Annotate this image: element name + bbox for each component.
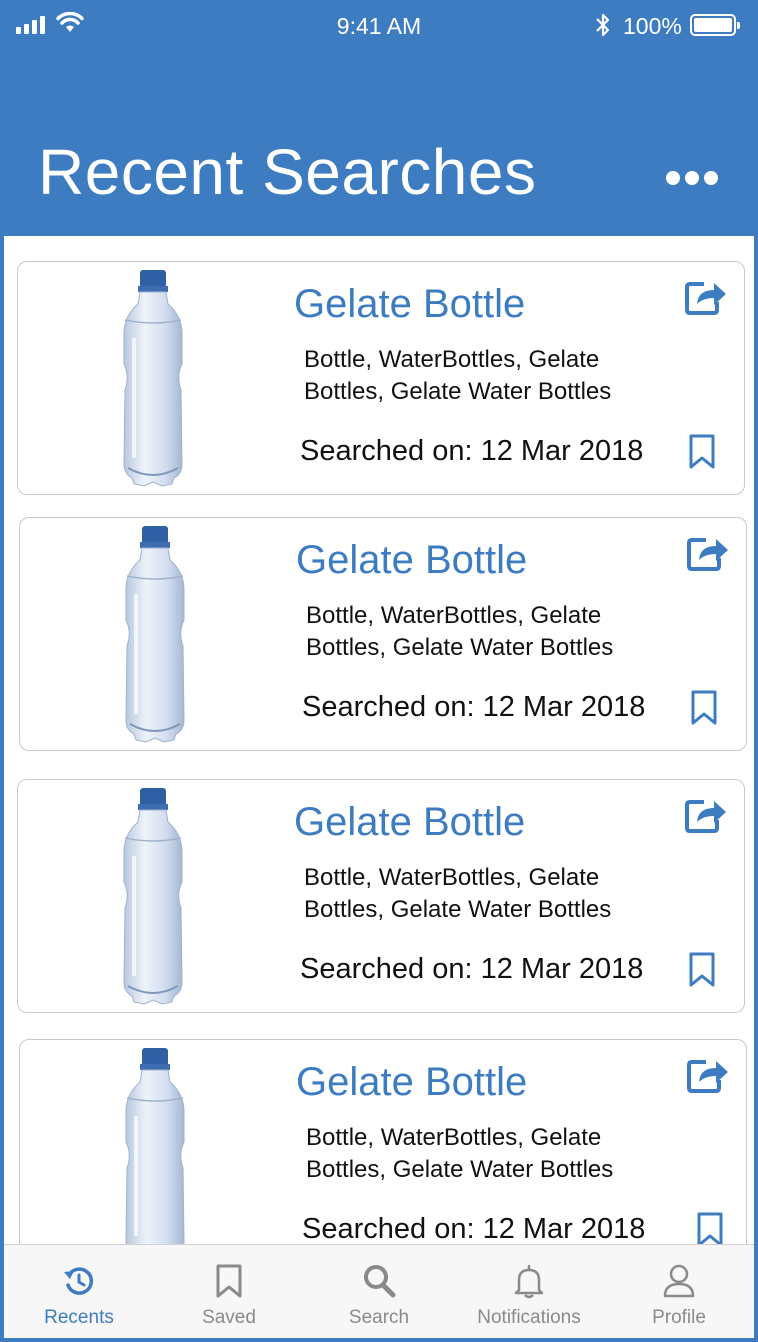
device-frame — [0, 0, 758, 1342]
